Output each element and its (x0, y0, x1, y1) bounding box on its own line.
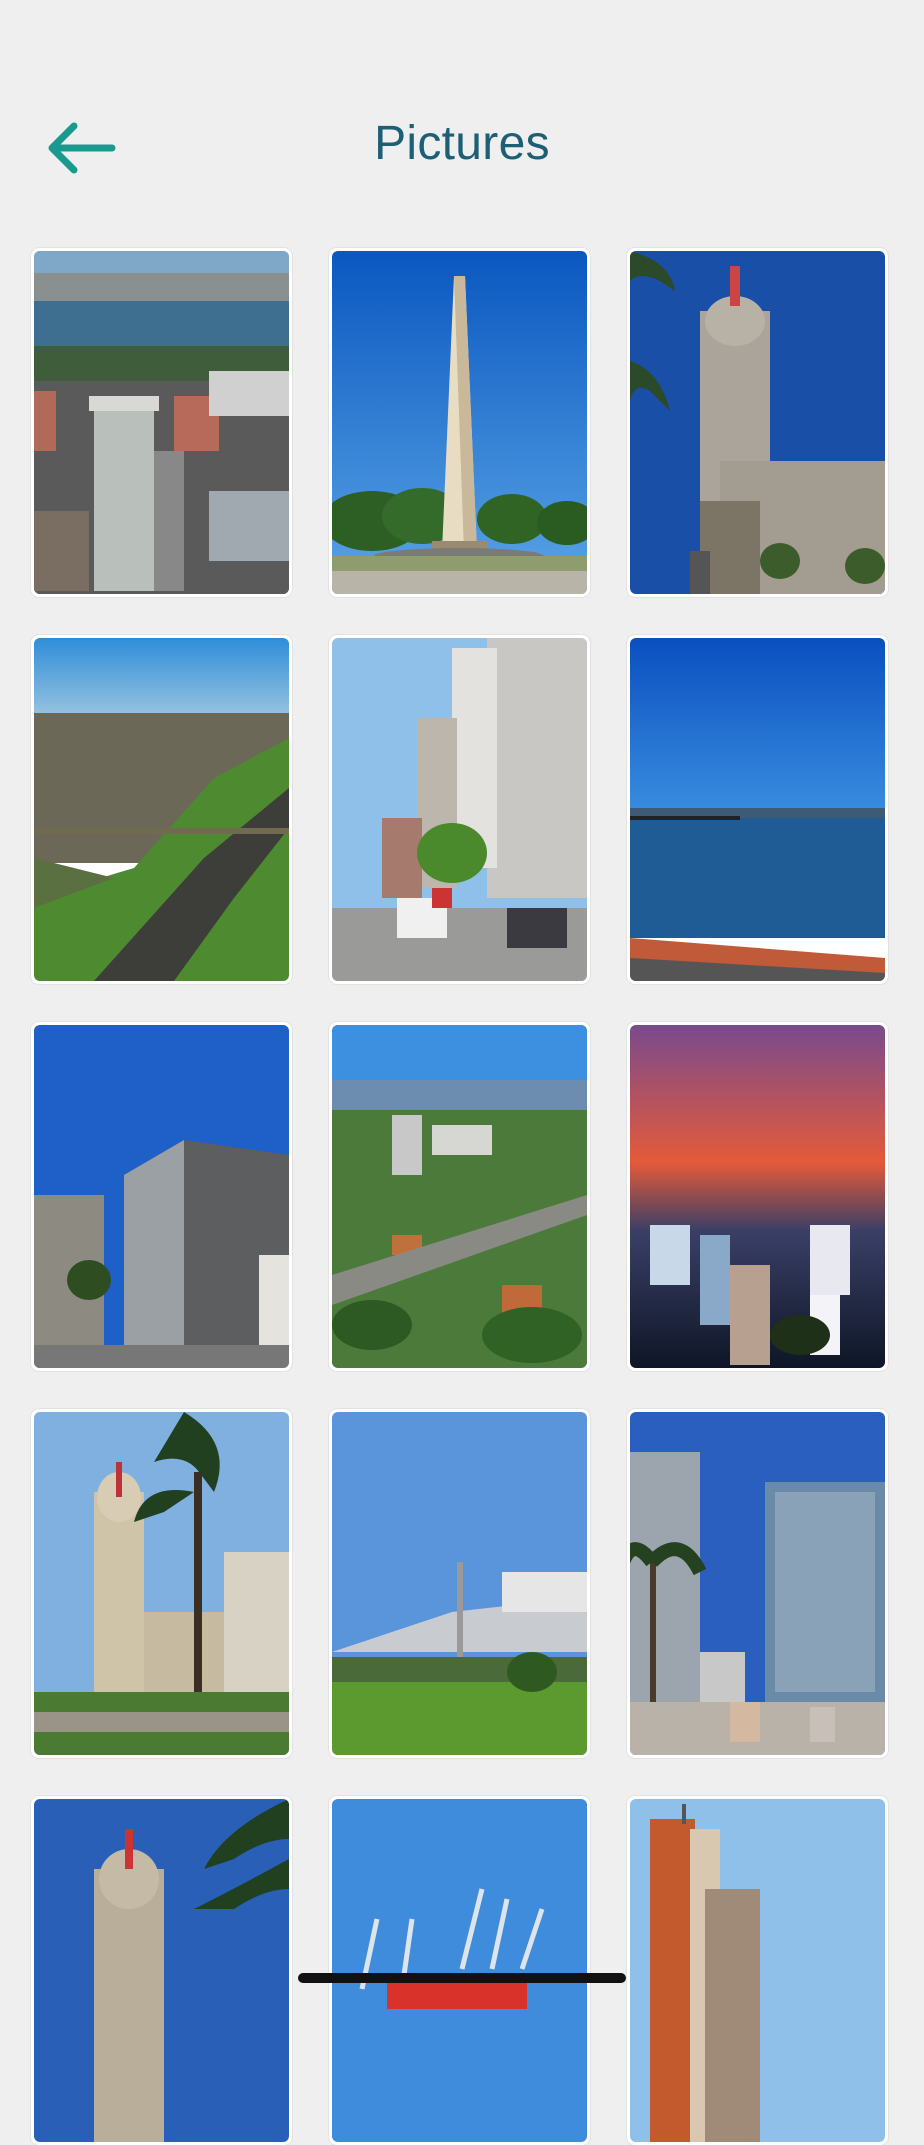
picture-grid (0, 0, 924, 2145)
picture-tile-aerial-city-bay[interactable] (31, 248, 292, 597)
port-cranes-photo (332, 1799, 587, 2142)
fortress-hill-photo (332, 1412, 587, 1755)
obelisk-photo (332, 251, 587, 594)
picture-tile-modern-tower[interactable] (627, 1796, 888, 2145)
picture-tile-street[interactable] (329, 635, 590, 984)
picture-tile-port-cranes[interactable] (329, 1796, 590, 2145)
picture-tile-plaza-towers[interactable] (627, 1409, 888, 1758)
coastline-photo (34, 638, 289, 981)
picture-tile-palace-plaza[interactable] (31, 1409, 292, 1758)
office-buildings-photo (34, 1025, 289, 1368)
picture-tile-office-buildings[interactable] (31, 1022, 292, 1371)
palace-plaza-photo (34, 1412, 289, 1755)
modern-tower-photo (630, 1799, 885, 2142)
palace-photo (630, 251, 885, 594)
picture-tile-city-sunset[interactable] (627, 1022, 888, 1371)
picture-tile-aerial-residential[interactable] (329, 1022, 590, 1371)
aerial-city-photo (34, 251, 289, 594)
picture-tile-coastline[interactable] (31, 635, 292, 984)
home-indicator[interactable] (298, 1973, 626, 1983)
picture-tile-obelisk[interactable] (329, 248, 590, 597)
picture-tile-fortress-hill[interactable] (329, 1409, 590, 1758)
harbor-photo (630, 638, 885, 981)
picture-tile-harbor[interactable] (627, 635, 888, 984)
street-photo (332, 638, 587, 981)
aerial-residential-photo (332, 1025, 587, 1368)
palace-tower-photo (34, 1799, 289, 2142)
city-sunset-photo (630, 1025, 885, 1368)
plaza-towers-photo (630, 1412, 885, 1755)
picture-tile-salvo-palace[interactable] (627, 248, 888, 597)
picture-tile-palace-tower[interactable] (31, 1796, 292, 2145)
